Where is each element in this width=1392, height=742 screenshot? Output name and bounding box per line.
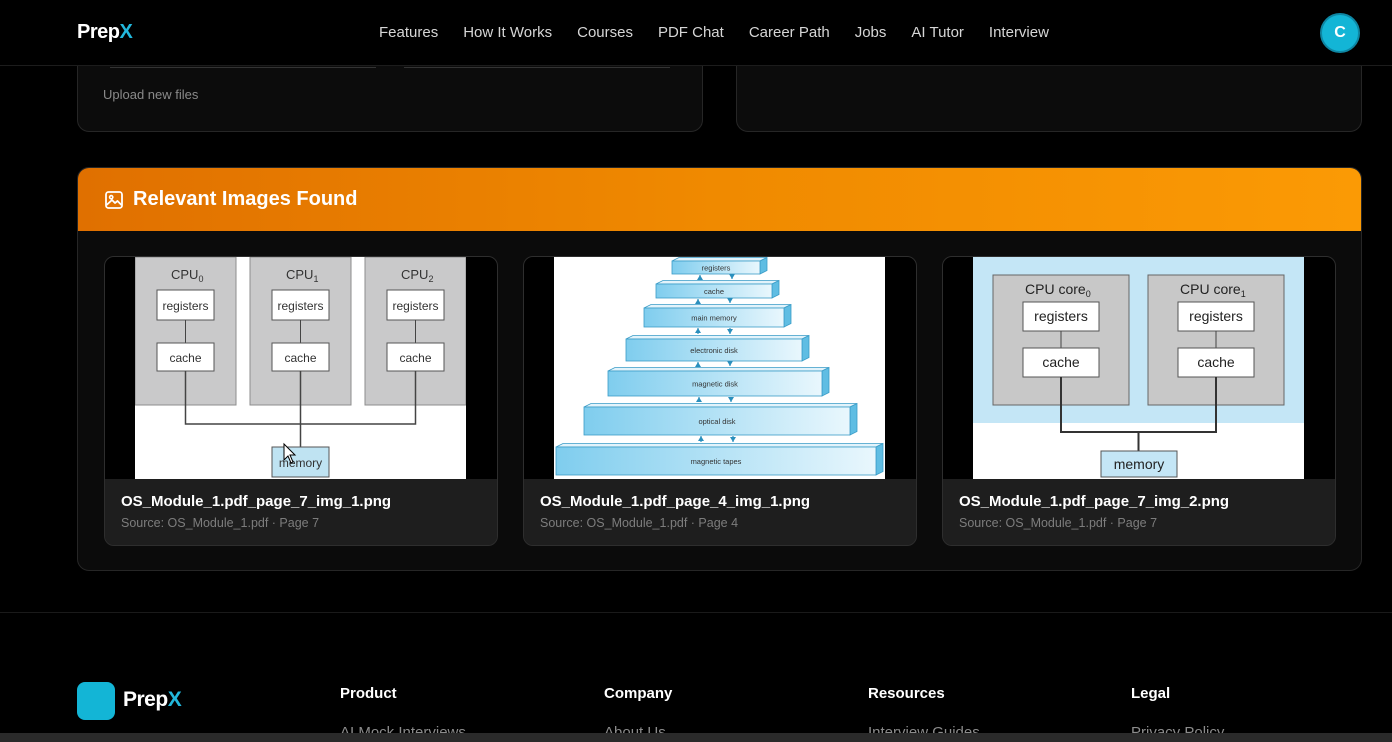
arrow-head [695,328,701,333]
level-side [783,303,792,328]
svg-text:CPU core1: CPU core1 [1180,281,1246,299]
image-source: Source: OS_Module_1.pdf · Page 7 [959,516,1158,530]
image-source: Source: OS_Module_1.pdf · Page 7 [121,516,320,530]
multicore-diagram: CPU core0 CPU core1 registers registers … [973,257,1304,479]
arrow-head [727,329,733,334]
level-side [821,366,830,397]
divider [110,67,376,68]
level-top [583,403,858,408]
image-card-info: OS_Module_1.pdf_page_7_img_1.png Source:… [105,479,497,545]
nav-link-pdf-chat[interactable]: PDF Chat [658,24,724,41]
top-navbar: PrepX Features How It Works Courses PDF … [0,0,1392,66]
level-side [771,279,780,299]
arrow-head [730,437,736,442]
image-preview[interactable]: CPU0 CPU1 CPU2 registers registers regis… [105,257,497,479]
footer-heading: Legal [1131,685,1171,702]
multiprocessor-diagram: CPU0 CPU1 CPU2 registers registers regis… [135,257,466,479]
arrow-head [729,274,735,279]
arrow-head [727,361,733,366]
image-preview[interactable]: registers cache main memory electronic disk… [524,257,916,479]
level-label: magnetic disk [692,380,738,389]
upload-new-files-link[interactable]: Upload new files [103,87,198,102]
level-side [875,442,884,476]
arrow-head [728,397,734,402]
nav-link-ai-tutor[interactable]: AI Tutor [911,24,964,41]
level-top [555,443,884,448]
image-icon [105,190,123,209]
nav-link-jobs[interactable]: Jobs [855,24,887,41]
nav-link-features[interactable]: Features [379,24,438,41]
arrow-head [698,436,704,441]
svg-text:registers: registers [1034,308,1088,324]
user-avatar[interactable]: C [1320,13,1360,53]
footer-heading: Resources [868,685,945,702]
level-label: magnetic tapes [691,457,742,466]
image-card-info: OS_Module_1.pdf_page_4_img_1.png Source:… [524,479,916,545]
divider [404,67,670,68]
footer-brand[interactable]: PrepX [123,688,182,712]
level-top [607,367,830,372]
image-card[interactable]: registers cache main memory electronic disk… [523,256,917,546]
nav-link-interview[interactable]: Interview [989,24,1049,41]
nav-link-how-it-works[interactable]: How It Works [463,24,552,41]
bottom-overlay-bar [0,733,1392,742]
svg-text:cache: cache [169,351,201,365]
arrow-head [697,275,703,280]
nav-links: Features How It Works Courses PDF Chat C… [379,24,1074,41]
level-side [849,402,858,436]
image-preview[interactable]: CPU core0 CPU core1 registers registers … [943,257,1335,479]
nav-link-career-path[interactable]: Career Path [749,24,830,41]
level-side [801,334,810,362]
svg-text:registers: registers [392,299,438,313]
svg-text:cache: cache [1197,354,1235,370]
svg-text:memory: memory [1114,456,1165,472]
nav-link-courses[interactable]: Courses [577,24,633,41]
brand-logo[interactable]: PrepX [77,21,133,44]
level-label: optical disk [698,417,735,426]
image-filename: OS_Module_1.pdf_page_7_img_2.png [959,493,1230,510]
level-top [625,335,810,340]
footer-heading: Company [604,685,673,702]
level-label: cache [704,287,724,296]
level-label: registers [702,264,731,273]
storage-hierarchy-diagram: registers cache main memory electronic disk… [554,257,885,479]
image-source: Source: OS_Module_1.pdf · Page 4 [540,516,739,530]
svg-text:registers: registers [277,299,323,313]
image-filename: OS_Module_1.pdf_page_7_img_1.png [121,493,392,510]
svg-text:registers: registers [1189,308,1243,324]
relevant-images-panel: Relevant Images Found CPU0 CPU1 CPU2 reg… [77,167,1362,571]
level-top [671,257,768,262]
image-filename: OS_Module_1.pdf_page_4_img_1.png [540,493,811,510]
svg-text:registers: registers [162,299,208,313]
arrow-head [695,362,701,367]
level-label: electronic disk [690,346,738,355]
svg-text:cache: cache [399,351,431,365]
arrow-head [695,299,701,304]
level-label: main memory [691,314,737,323]
image-card[interactable]: CPU core0 CPU core1 registers registers … [942,256,1336,546]
svg-text:cache: cache [284,351,316,365]
footer-logo-mark [77,682,115,720]
level-top [655,280,780,285]
footer: PrepX Product AI Mock Interviews Company… [0,612,1392,742]
panel-title: Relevant Images Found [133,188,358,210]
panel-header: Relevant Images Found [78,168,1361,231]
footer-heading: Product [340,685,397,702]
arrow-head [696,397,702,402]
level-top [643,304,792,309]
image-card-info: OS_Module_1.pdf_page_7_img_2.png Source:… [943,479,1335,545]
image-card[interactable]: CPU0 CPU1 CPU2 registers registers regis… [104,256,498,546]
svg-text:CPU core0: CPU core0 [1025,281,1091,299]
arrow-head [727,298,733,303]
hierarchy-levels: registers cache main memory electronic disk… [555,257,884,476]
svg-text:cache: cache [1042,354,1080,370]
